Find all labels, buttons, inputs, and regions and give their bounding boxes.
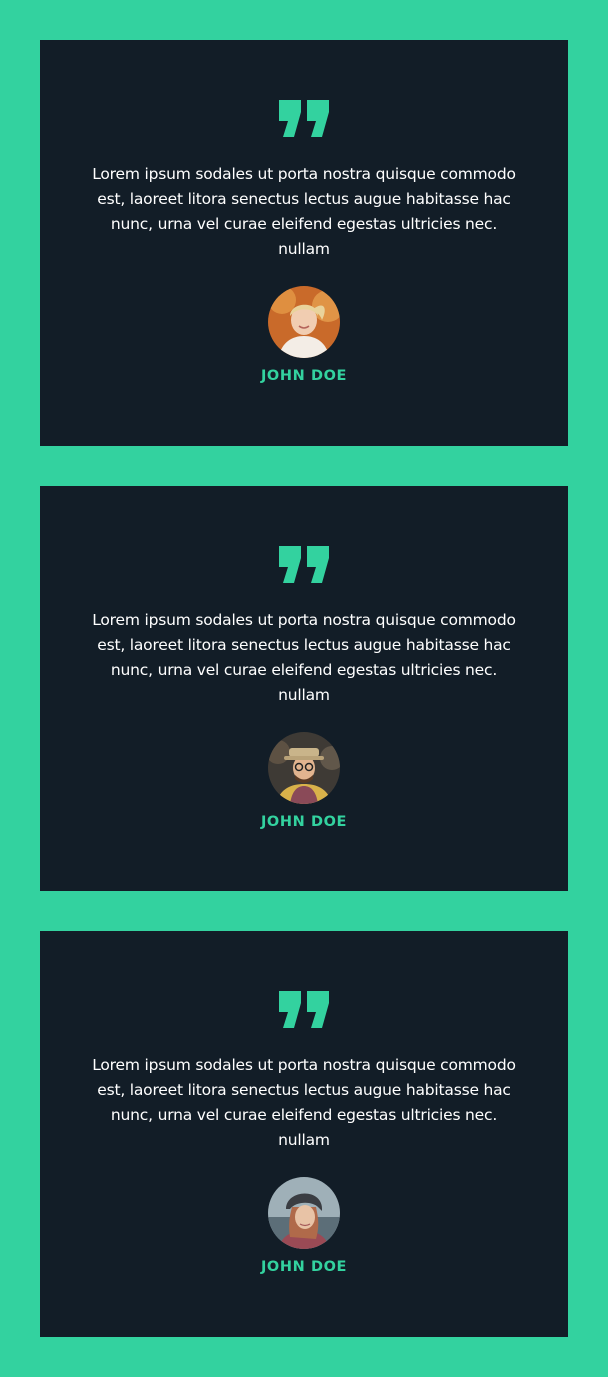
testimonial-card: Lorem ipsum sodales ut porta nostra quis…: [40, 40, 568, 446]
author-name: JOHN DOE: [260, 368, 348, 384]
avatar: [268, 286, 340, 358]
testimonial-card: Lorem ipsum sodales ut porta nostra quis…: [40, 931, 568, 1337]
quote-icon: [279, 546, 329, 583]
testimonial-quote: Lorem ipsum sodales ut porta nostra quis…: [92, 1056, 516, 1149]
quote-icon: [279, 991, 329, 1028]
quote-icon: [279, 100, 329, 137]
testimonial-quote: Lorem ipsum sodales ut porta nostra quis…: [92, 165, 516, 258]
testimonial-quote: Lorem ipsum sodales ut porta nostra quis…: [92, 611, 516, 704]
author-name: JOHN DOE: [260, 814, 348, 830]
avatar: [268, 1177, 340, 1249]
avatar: [268, 732, 340, 804]
author-name: JOHN DOE: [260, 1259, 348, 1275]
testimonial-card: Lorem ipsum sodales ut porta nostra quis…: [40, 486, 568, 891]
